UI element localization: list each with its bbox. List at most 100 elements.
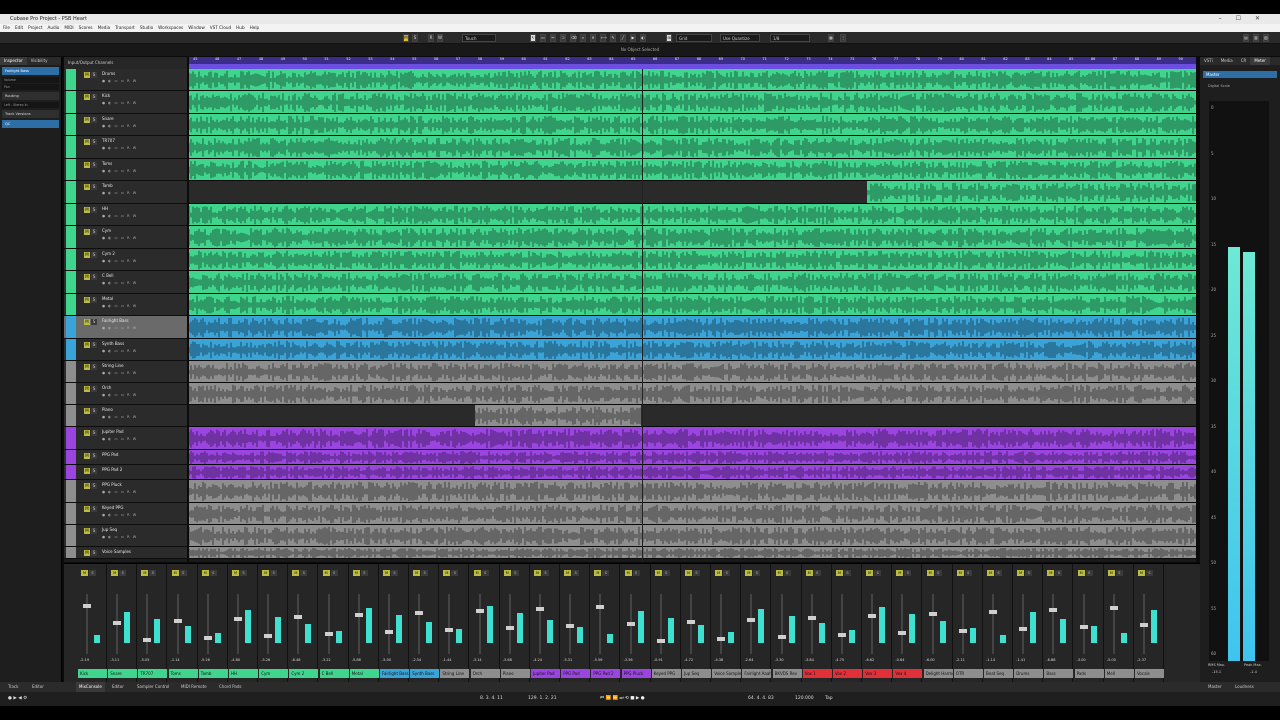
event-lane[interactable]	[189, 547, 1196, 559]
mute-button[interactable]: M	[84, 72, 90, 78]
channel-name[interactable]: String Line	[440, 669, 470, 678]
channel-volume-value[interactable]: -3.14	[473, 658, 482, 662]
channel-name[interactable]: PPG Pluck	[621, 669, 651, 678]
event-lane[interactable]	[189, 91, 1196, 114]
channel-mute-button[interactable]: M	[987, 570, 994, 576]
mute-button[interactable]: M	[84, 94, 90, 100]
event-lane[interactable]	[189, 271, 1196, 294]
channel-volume-value[interactable]: -3.68	[503, 658, 512, 662]
channel-fader[interactable]	[656, 639, 665, 643]
channel-fader[interactable]	[415, 611, 424, 615]
track-tr707[interactable]: M S TR707 ● ◐ ▭ ▭ R W	[64, 136, 187, 159]
channel-volume-value[interactable]: -4.72	[684, 658, 693, 662]
channel-volume-value[interactable]: -0.91	[654, 658, 663, 662]
toolbar-menu-icon[interactable]: ⋮	[840, 34, 846, 42]
channel-volume-value[interactable]: -3.11	[110, 658, 119, 662]
channel-fader[interactable]	[324, 632, 333, 636]
play-tool-icon[interactable]: ▶	[630, 34, 636, 42]
mute-button[interactable]: M	[84, 342, 90, 348]
timeline-ruler[interactable]: 45 46 47 48 49 50 51 52 53 54 55 56 57 58 59 60 61 62 63 64…	[189, 57, 1196, 69]
channel-fader[interactable]	[928, 612, 937, 616]
event-lane[interactable]	[189, 450, 1196, 465]
channel-mute-button[interactable]: M	[956, 570, 964, 576]
channel-mute-button[interactable]: M	[443, 570, 451, 576]
channel-volume-value[interactable]: -5.31	[563, 658, 572, 662]
layout-left-icon[interactable]: ▤	[1243, 34, 1249, 42]
channel-volume-value[interactable]: -1.14	[171, 658, 180, 662]
event-lane[interactable]	[189, 204, 1196, 226]
channel-fader[interactable]	[717, 637, 726, 641]
solo-button[interactable]: S	[91, 528, 97, 534]
channel-solo-button[interactable]: S	[1146, 570, 1153, 576]
channel-solo-button[interactable]: S	[813, 570, 821, 576]
channel-name[interactable]: Voice Samples	[712, 669, 742, 678]
layout-bottom-icon[interactable]: ▥	[1253, 34, 1259, 42]
channel-solo-button[interactable]: S	[481, 570, 489, 576]
solo-button[interactable]: S	[91, 229, 97, 235]
tab-master[interactable]: Master	[1208, 682, 1222, 692]
track-drums[interactable]: M S Drums ● ◐ ▭ ▭ R W	[64, 69, 187, 91]
menu-media[interactable]: Media	[98, 24, 111, 32]
channel-fader[interactable]	[354, 613, 363, 617]
channel-solo-button[interactable]: S	[391, 570, 398, 576]
project-cursor[interactable]	[642, 69, 643, 562]
channel-name[interactable]: OTR	[953, 669, 983, 678]
mute-button[interactable]: M	[84, 117, 90, 123]
inspector-track-versions[interactable]: Track Versions	[2, 110, 59, 118]
channel-mute-button[interactable]: M	[81, 570, 88, 576]
track-jupiter-pad[interactable]: M S Jupiter Pad ● ◐ ▭ ▭ R W	[64, 427, 187, 450]
solo-button[interactable]: S	[91, 139, 97, 145]
channel-volume-value[interactable]: -3.30	[775, 658, 784, 662]
mute-button[interactable]: M	[84, 468, 90, 474]
track-controls[interactable]: ● ◐ ▭ ▭ R W	[102, 393, 137, 397]
read-button[interactable]: R	[428, 34, 434, 42]
tab-visibility[interactable]: Visibility	[27, 57, 52, 65]
menu-transport[interactable]: Transport	[115, 24, 135, 32]
channel-fader[interactable]	[1109, 606, 1118, 610]
menu-audio[interactable]: Audio	[47, 24, 59, 32]
channel-fader[interactable]	[989, 610, 997, 614]
track-ppg-pad[interactable]: M S PPG Pad	[64, 450, 187, 465]
channel-mute-button[interactable]: M	[745, 570, 753, 576]
channel-fader[interactable]	[83, 604, 91, 608]
channel-mute-button[interactable]: M	[1017, 570, 1025, 576]
channel-solo-button[interactable]: S	[572, 570, 580, 576]
channel-mute-button[interactable]: M	[383, 570, 390, 576]
inspector-quick-controls[interactable]: QC	[2, 120, 59, 128]
event-lane[interactable]	[189, 361, 1196, 383]
menu-hub[interactable]: Hub	[236, 24, 244, 32]
channel-solo-button[interactable]: S	[511, 570, 519, 576]
event-lane[interactable]	[189, 480, 1196, 503]
mute-button[interactable]: M	[84, 297, 90, 303]
channel-mute-button[interactable]: M	[654, 570, 662, 576]
tab-track[interactable]: Track	[8, 682, 18, 692]
track-synth-bass[interactable]: M S Synth Bass ● ◐ ▭ ▭ R W	[64, 339, 187, 361]
track-c-bell[interactable]: MS C Bell ● ◐ ▭ ▭ R W	[64, 271, 187, 294]
event-lane[interactable]	[189, 383, 1196, 405]
inspector-volume[interactable]: Volume	[2, 77, 59, 83]
event-lane[interactable]	[189, 316, 1196, 339]
channel-volume-value[interactable]: -5.00	[382, 658, 391, 662]
menu-scores[interactable]: Scores	[79, 24, 93, 32]
channel-fader[interactable]	[445, 628, 454, 632]
channel-volume-value[interactable]: -5.26	[261, 658, 270, 662]
channel-solo-button[interactable]: S	[1085, 570, 1093, 576]
right-locator[interactable]: 64. 4. 4. 83	[748, 692, 774, 706]
channel-volume-value[interactable]: -5.86	[352, 658, 361, 662]
channel-solo-button[interactable]: S	[270, 570, 278, 576]
event-lane[interactable]	[189, 294, 1196, 316]
write-button[interactable]: W	[437, 34, 443, 42]
window-controls[interactable]: –☐✕	[1219, 14, 1274, 24]
quantize-value-select[interactable]: 1/8	[770, 34, 810, 42]
channel-mute-button[interactable]: M	[1077, 570, 1085, 576]
channel-fader[interactable]	[687, 620, 695, 624]
channel-solo-button[interactable]: S	[330, 570, 338, 576]
channel-mute-button[interactable]: M	[1107, 570, 1115, 576]
track-toms[interactable]: M S Toms ● ◐ ▭ ▭ R W	[64, 159, 187, 181]
channel-fader[interactable]	[1079, 625, 1088, 629]
channel-volume-value[interactable]: -4.80	[231, 658, 240, 662]
track-controls[interactable]: ● ◐ ▭ ▭ R W	[102, 349, 137, 353]
channel-name[interactable]: Metal	[349, 669, 379, 678]
track-controls[interactable]: ● ◐ ▭ ▭ R W	[102, 304, 137, 308]
solo-button[interactable]: S	[91, 550, 97, 556]
